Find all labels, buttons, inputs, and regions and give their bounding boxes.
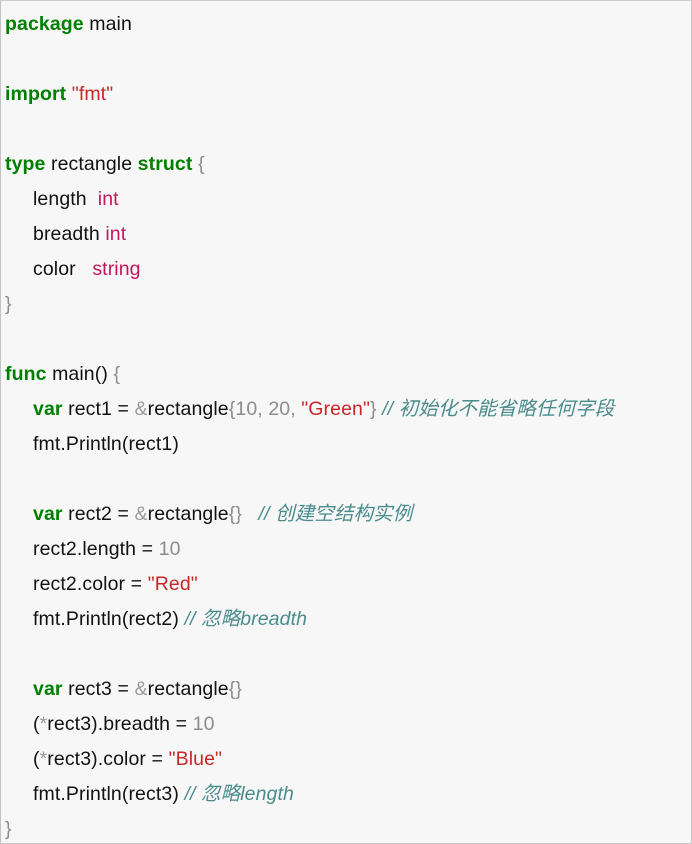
token-plain: main xyxy=(83,13,132,35)
line-field-length: length int xyxy=(1,182,691,217)
token-plain: ( xyxy=(33,713,40,735)
line-rect3-color: (*rect3).color = "Blue" xyxy=(1,742,691,777)
token-number: 10 xyxy=(192,713,215,735)
token-string: "fmt" xyxy=(71,83,114,105)
line-package: package main xyxy=(1,7,691,42)
token-keyword: struct xyxy=(137,153,193,175)
token-plain: rect2.color xyxy=(33,573,131,595)
token-plain: fmt.Println(rect2) xyxy=(33,608,185,630)
token-plain: rect3 xyxy=(62,678,118,700)
code-viewer[interactable]: package main import "fmt" type rectangle… xyxy=(0,0,692,844)
token-punct: , xyxy=(290,398,302,420)
token-op: = xyxy=(130,573,143,595)
token-plain: rectangle xyxy=(45,153,138,175)
token-punct: } xyxy=(5,818,12,840)
token-plain: ( xyxy=(33,748,40,770)
line-struct-close: } xyxy=(1,287,691,322)
token-punct: { xyxy=(113,363,121,385)
token-keyword: import xyxy=(5,83,67,105)
token-number: 10 xyxy=(158,538,181,560)
line-rect2-color: rect2.color = "Red" xyxy=(1,567,691,602)
token-plain: fmt.Println(rect3) xyxy=(33,783,185,805)
token-punct: } xyxy=(370,398,377,420)
token-type: string xyxy=(92,258,141,280)
line-field-breadth: breadth int xyxy=(1,217,691,252)
token-punct: {} xyxy=(228,503,242,525)
token-op: = xyxy=(141,538,154,560)
token-plain: length xyxy=(33,188,98,210)
token-plain: rectangle xyxy=(147,678,229,700)
token-keyword: var xyxy=(33,678,63,700)
line-type-rectangle: type rectangle struct { xyxy=(1,147,691,182)
token-keyword: var xyxy=(33,503,63,525)
token-number: 10 xyxy=(235,398,258,420)
token-plain: rect2 xyxy=(62,503,118,525)
token-plain: rect3).breadth xyxy=(47,713,176,735)
token-type: int xyxy=(105,223,127,245)
token-comment: // 忽略length xyxy=(184,783,294,805)
token-op: = xyxy=(175,713,188,735)
token-plain: rectangle xyxy=(147,503,229,525)
token-amp: & xyxy=(134,678,148,700)
token-op: = xyxy=(117,398,129,420)
token-keyword: type xyxy=(5,153,46,175)
token-plain: rect1 xyxy=(62,398,118,420)
token-plain: color xyxy=(33,258,93,280)
token-punct: , xyxy=(257,398,269,420)
token-keyword: var xyxy=(33,398,63,420)
token-plain: rect2.length xyxy=(33,538,142,560)
token-plain: rectangle xyxy=(147,398,229,420)
token-number: 20 xyxy=(268,398,291,420)
line-var-rect1: var rect1 = &rectangle{10, 20, "Green"} … xyxy=(1,392,691,427)
token-plain: breadth xyxy=(33,223,106,245)
line-print-rect2: fmt.Println(rect2) // 忽略breadth xyxy=(1,602,691,637)
token-punct: { xyxy=(197,153,205,175)
token-string: "Red" xyxy=(147,573,198,595)
token-op: = xyxy=(151,748,164,770)
token-comment: // 初始化不能省略任何字段 xyxy=(382,398,615,420)
line-var-rect3: var rect3 = &rectangle{} xyxy=(1,672,691,707)
line-blank-4 xyxy=(1,462,691,497)
token-plain: fmt.Println(rect1) xyxy=(33,433,179,455)
token-plain: main() xyxy=(46,363,114,385)
line-blank-2 xyxy=(1,112,691,147)
line-rect2-length: rect2.length = 10 xyxy=(1,532,691,567)
code-listing: package main import "fmt" type rectangle… xyxy=(1,1,691,843)
token-plain: rect3).color xyxy=(47,748,152,770)
token-keyword: package xyxy=(5,13,84,35)
line-print-rect1: fmt.Println(rect1) xyxy=(1,427,691,462)
token-string: "Blue" xyxy=(168,748,223,770)
token-amp: & xyxy=(134,503,148,525)
token-type: int xyxy=(97,188,119,210)
line-blank-5 xyxy=(1,637,691,672)
line-blank-3 xyxy=(1,322,691,357)
line-import: import "fmt" xyxy=(1,77,691,112)
line-func-close: } xyxy=(1,812,691,843)
line-blank-1 xyxy=(1,42,691,77)
token-string: "Green" xyxy=(301,398,370,420)
line-var-rect2: var rect2 = &rectangle{} // 创建空结构实例 xyxy=(1,497,691,532)
line-print-rect3: fmt.Println(rect3) // 忽略length xyxy=(1,777,691,812)
line-rect3-breadth: (*rect3).breadth = 10 xyxy=(1,707,691,742)
token-op: = xyxy=(117,678,129,700)
token-op: = xyxy=(117,503,129,525)
token-amp: & xyxy=(134,398,148,420)
token-punct: {} xyxy=(228,678,242,700)
token-comment: // 创建空结构实例 xyxy=(258,503,413,525)
token-keyword: func xyxy=(5,363,47,385)
line-field-color: color string xyxy=(1,252,691,287)
line-func-main: func main() { xyxy=(1,357,691,392)
token-comment: // 忽略breadth xyxy=(184,608,308,630)
token-punct: } xyxy=(5,293,12,315)
